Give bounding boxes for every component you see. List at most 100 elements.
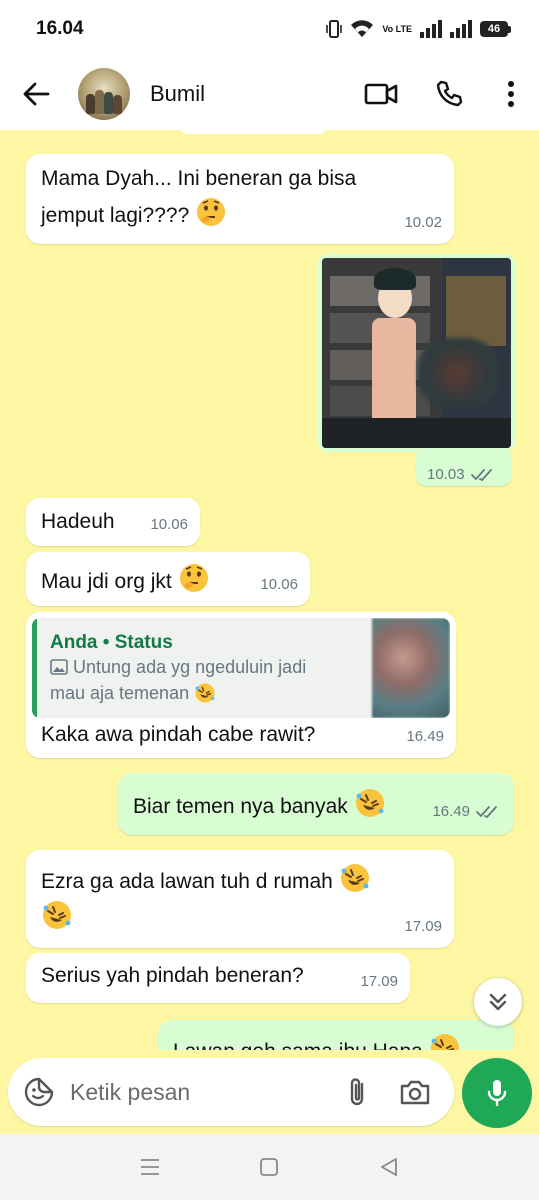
- scroll-to-bottom-button[interactable]: [474, 978, 522, 1026]
- attach-icon: [350, 1078, 364, 1106]
- rolling-laughing-face-icon: [340, 864, 369, 892]
- thinking-face-icon: [197, 198, 226, 226]
- outgoing-message[interactable]: Biar temen nya banyak 16.49: [118, 773, 514, 835]
- quote-line: Untung ada yg ngeduluin jadi: [73, 657, 307, 677]
- outgoing-image-meta: 10.03: [416, 448, 511, 486]
- rolling-laughing-face-icon: [195, 683, 215, 703]
- message-input[interactable]: Ketik pesan: [8, 1058, 454, 1126]
- compose-bar: Ketik pesan: [0, 1050, 539, 1134]
- incoming-message[interactable]: Serius yah pindah beneran? 17.09: [26, 953, 410, 1003]
- thinking-face-icon: [179, 564, 208, 592]
- camera-icon: [400, 1080, 430, 1105]
- voice-message-button[interactable]: [462, 1058, 532, 1128]
- attach-button[interactable]: [328, 1058, 386, 1126]
- phone-icon: [436, 80, 463, 107]
- read-ticks-icon: [470, 468, 495, 482]
- image-icon: [50, 659, 68, 675]
- sticker-icon: [24, 1077, 54, 1107]
- message-text: Mau jdi org jkt: [41, 562, 210, 599]
- incoming-message[interactable]: Mama Dyah... Ini beneran ga bisa jemput …: [26, 154, 454, 244]
- partial-message: [178, 130, 328, 134]
- time-label: 16.49: [432, 803, 470, 820]
- home-button[interactable]: [249, 1147, 289, 1187]
- time-label: 10.03: [427, 466, 465, 483]
- more-vert-icon: [508, 81, 514, 107]
- avatar[interactable]: [78, 68, 130, 120]
- incoming-message[interactable]: Ezra ga ada lawan tuh d rumah 17.09: [26, 850, 454, 948]
- message-time: 17.09: [360, 965, 398, 999]
- message-text-line: jemput lagi????: [41, 204, 190, 227]
- battery-level: 46: [480, 21, 508, 37]
- message-text: Lawan geh sama ibu Hana: [173, 1032, 461, 1050]
- message-time: 16.49: [432, 795, 500, 829]
- status-icons: Vo LTE 46: [326, 19, 511, 39]
- read-ticks-icon: [476, 805, 500, 819]
- message-text-content: Biar temen nya banyak: [133, 795, 348, 818]
- recents-icon: [140, 1159, 159, 1175]
- back-button[interactable]: [0, 58, 72, 130]
- incoming-message[interactable]: Hadeuh 10.06: [26, 498, 200, 546]
- message-text: Hadeuh: [41, 510, 115, 533]
- home-icon: [260, 1158, 279, 1176]
- volte-label: Vo LTE: [382, 23, 412, 34]
- chat-header: Bumil: [0, 58, 539, 130]
- incoming-message[interactable]: Mau jdi org jkt 10.06: [26, 552, 310, 606]
- back-icon: [381, 1158, 398, 1176]
- image-thumbnail[interactable]: [322, 258, 511, 448]
- rolling-laughing-face-icon: [43, 901, 71, 929]
- quoted-status[interactable]: Anda • Status Untung ada yg ngeduluin ja…: [32, 618, 450, 718]
- contact-name[interactable]: Bumil: [150, 81, 347, 107]
- mic-icon: [487, 1080, 507, 1107]
- voice-call-button[interactable]: [415, 58, 483, 130]
- message-placeholder: Ketik pesan: [70, 1078, 191, 1105]
- message-time: 10.06: [260, 568, 298, 602]
- message-text: Serius yah pindah beneran?: [41, 964, 304, 987]
- wifi-icon: [351, 20, 374, 37]
- incoming-reply-message[interactable]: Anda • Status Untung ada yg ngeduluin ja…: [26, 612, 456, 758]
- more-options-button[interactable]: [483, 58, 539, 130]
- system-back-button[interactable]: [369, 1147, 409, 1187]
- message-time: 10.06: [150, 508, 188, 542]
- sticker-button[interactable]: [8, 1058, 70, 1126]
- rolling-laughing-face-icon: [355, 789, 384, 817]
- message-time: 16.49: [406, 720, 444, 754]
- time-label: 16.49: [406, 728, 444, 745]
- video-call-icon: [364, 83, 398, 105]
- time-label: 10.02: [404, 214, 442, 231]
- status-time: 16.04: [36, 18, 84, 39]
- message-list[interactable]: Mama Dyah... Ini beneran ga bisa jemput …: [0, 130, 539, 1050]
- camera-button[interactable]: [386, 1058, 444, 1126]
- quote-line: mau aja temenan: [50, 683, 190, 703]
- message-text-line: Mama Dyah... Ini beneran ga bisa: [41, 167, 357, 190]
- signal-icon-2: [450, 20, 472, 38]
- status-bar: 16.04 Vo LTE 46: [0, 0, 539, 58]
- time-label: 17.09: [404, 918, 442, 935]
- message-text: Biar temen nya banyak: [133, 787, 386, 824]
- message-time: 10.03: [427, 458, 495, 492]
- message-text: Kaka awa pindah cabe rawit?: [41, 723, 316, 746]
- message-text: Mama Dyah... Ini beneran ga bisa jemput …: [41, 162, 356, 233]
- battery-icon: 46: [480, 21, 511, 37]
- status-thumbnail: [372, 618, 450, 718]
- time-label: 10.06: [150, 516, 188, 533]
- time-label: 17.09: [360, 973, 398, 990]
- system-nav-bar: [0, 1134, 539, 1200]
- message-text-content: Ezra ga ada lawan tuh d rumah: [41, 870, 333, 893]
- outgoing-image-message[interactable]: [318, 254, 515, 452]
- rolling-laughing-face-icon: [430, 1034, 459, 1050]
- quote-text: Untung ada yg ngeduluin jadi mau aja tem…: [50, 654, 362, 706]
- back-arrow-icon: [23, 82, 50, 106]
- message-text: Ezra ga ada lawan tuh d rumah: [41, 862, 401, 936]
- time-label: 10.06: [260, 576, 298, 593]
- recents-button[interactable]: [130, 1147, 170, 1187]
- signal-icon: [420, 20, 442, 38]
- message-text-content: Mau jdi org jkt: [41, 570, 172, 593]
- message-text-content: Lawan geh sama ibu Hana: [173, 1040, 423, 1050]
- outgoing-message[interactable]: Lawan geh sama ibu Hana: [158, 1020, 514, 1050]
- video-call-button[interactable]: [347, 58, 415, 130]
- message-time: 17.09: [404, 910, 442, 944]
- double-chevron-down-icon: [489, 993, 507, 1011]
- message-time: 10.02: [404, 206, 442, 240]
- vibrate-icon: [326, 20, 343, 38]
- volte-icon: Vo LTE: [382, 23, 412, 34]
